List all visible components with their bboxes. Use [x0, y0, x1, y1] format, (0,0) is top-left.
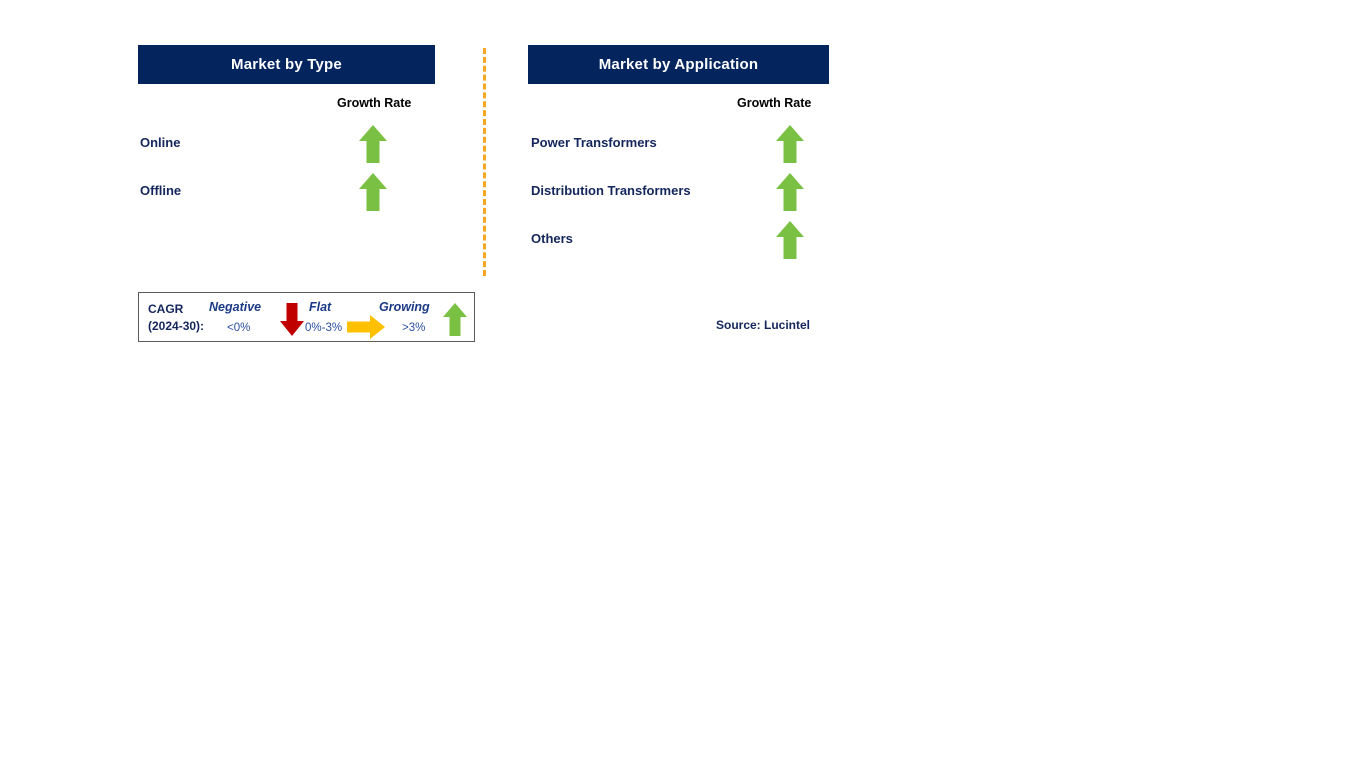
legend-range-negative: <0% [227, 322, 251, 334]
vertical-divider [483, 48, 486, 276]
segment-label-distribution-transformers: Distribution Transformers [531, 183, 691, 198]
segment-label-offline: Offline [140, 183, 182, 198]
source-note: Source: Lucintel [716, 318, 811, 332]
legend-cagr-title-line2: (2024-30): [148, 319, 205, 333]
column-header-growth-rate-application: Growth Rate [737, 96, 812, 110]
segment-label-online: Online [140, 135, 181, 150]
growth-arrow-up-icon-distribution-transformers [775, 172, 805, 217]
legend-arrow-right-icon [346, 314, 386, 345]
panel-title-market-by-type: Market by Type [138, 45, 435, 84]
legend-range-growing: >3% [402, 322, 426, 334]
legend-arrow-down-icon [279, 302, 305, 342]
legend-range-flat: 0%-3% [305, 322, 343, 334]
growth-arrow-up-icon-online [358, 124, 388, 169]
column-header-growth-rate-type: Growth Rate [337, 96, 412, 110]
legend-cagr-box: CAGR (2024-30): Negative <0% Flat 0%-3% … [138, 292, 475, 342]
panel-title-market-by-application: Market by Application [528, 45, 829, 84]
growth-arrow-up-icon-offline [358, 172, 388, 217]
legend-term-negative: Negative [209, 300, 262, 314]
legend-term-growing: Growing [379, 300, 430, 314]
legend-term-flat: Flat [309, 300, 332, 314]
legend-cagr-title: CAGR (2024-30): [148, 301, 204, 335]
growth-arrow-up-icon-others [775, 220, 805, 265]
legend-arrow-up-icon [442, 302, 468, 342]
legend-cagr-title-line1: CAGR [148, 302, 184, 316]
growth-arrow-up-icon-power-transformers [775, 124, 805, 169]
segment-label-power-transformers: Power Transformers [531, 135, 657, 150]
segment-label-others: Others [531, 231, 573, 246]
